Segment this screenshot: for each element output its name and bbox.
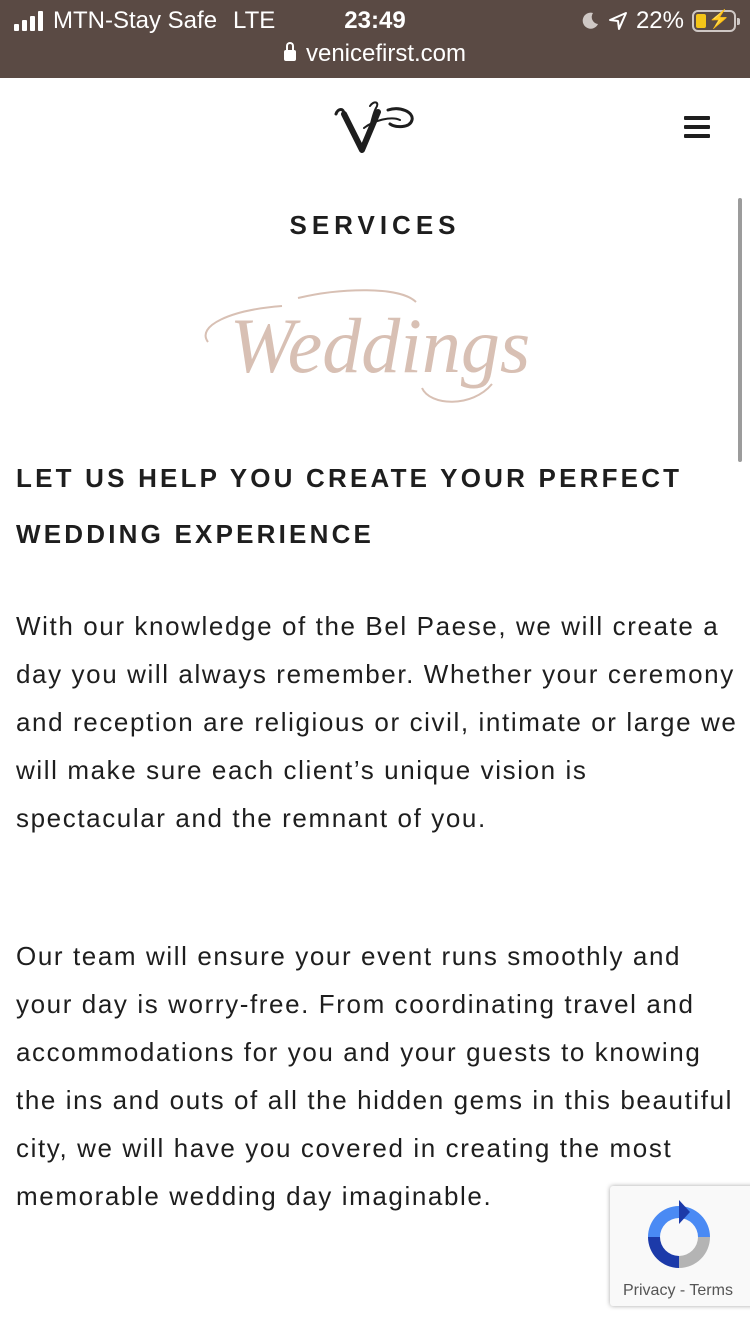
location-arrow-icon bbox=[608, 12, 627, 30]
site-header bbox=[0, 78, 750, 178]
lock-icon bbox=[283, 42, 296, 64]
battery-icon: ⚡ bbox=[692, 9, 740, 32]
recaptcha-separator: - bbox=[679, 1282, 686, 1299]
section-label: SERVICES bbox=[289, 210, 461, 240]
status-bar: MTN-Stay Safe LTE 23:49 22% ⚡ venicefirs… bbox=[0, 0, 750, 78]
intro-paragraph: With our knowledge of the Bel Paese, we … bbox=[16, 611, 738, 833]
recaptcha-privacy-link[interactable]: Privacy bbox=[623, 1282, 675, 1299]
team-paragraph: Our team will ensure your event runs smo… bbox=[16, 941, 734, 1211]
hamburger-menu-icon[interactable] bbox=[684, 116, 710, 138]
recaptcha-badge[interactable]: Privacy - Terms bbox=[610, 1186, 750, 1306]
weddings-script-title: Weddings bbox=[204, 289, 530, 403]
weddings-script-text: Weddings bbox=[230, 302, 530, 389]
moon-icon bbox=[582, 12, 598, 29]
status-right: 22% ⚡ bbox=[580, 6, 740, 36]
url-text: venicefirst.com bbox=[305, 40, 467, 67]
battery-percent: 22% bbox=[635, 7, 684, 34]
page-headline: LET US HELP YOU CREATE YOUR PERFECT WEDD… bbox=[16, 463, 683, 549]
recaptcha-icon bbox=[648, 1200, 710, 1268]
recaptcha-terms-link[interactable]: Terms bbox=[689, 1282, 733, 1299]
vf-logo-icon[interactable] bbox=[330, 98, 420, 158]
recaptcha-links: Privacy - Terms bbox=[623, 1282, 733, 1300]
address-bar[interactable]: venicefirst.com bbox=[0, 38, 750, 70]
